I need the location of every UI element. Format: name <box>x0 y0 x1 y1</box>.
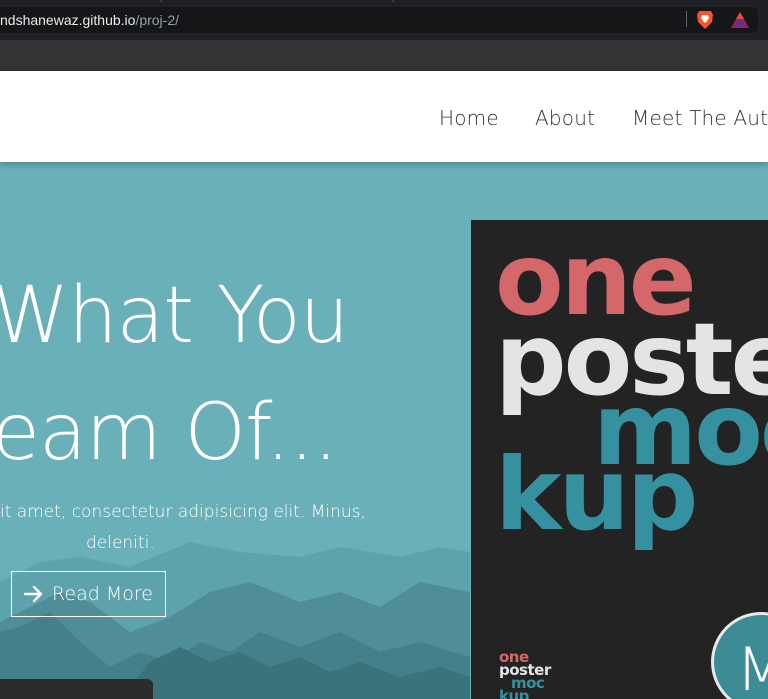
scroll-panel <box>0 679 153 699</box>
url-host: ndshanewaz.github.io <box>0 12 136 28</box>
site-navbar: Home About Meet The Auth <box>0 71 768 162</box>
hero-title-line2: eam Of... <box>0 388 338 478</box>
brave-shield-icon[interactable] <box>696 10 714 30</box>
hero-title-line1: What You <box>0 271 349 361</box>
hero-section: What You eam Of... it amet, consectetur … <box>0 162 768 699</box>
tab-divider <box>160 0 162 2</box>
tab-divider <box>392 0 394 2</box>
poster-small-kup: kup <box>499 687 529 699</box>
hero-text-line2: deleniti. <box>86 533 155 553</box>
nav-link-about[interactable]: About <box>535 106 595 130</box>
poster-badge-letter: M <box>736 635 768 699</box>
address-separator <box>686 11 687 27</box>
poster-mockup: one poste moc kup one poster moc kup M <box>471 220 768 699</box>
arrow-right-icon <box>24 585 43 603</box>
browser-toolbar: ndshanewaz.github.io/proj-2/ <box>0 0 768 40</box>
bookmarks-bar <box>0 40 768 71</box>
url-text[interactable]: ndshanewaz.github.io/proj-2/ <box>0 12 179 28</box>
brave-rewards-icon[interactable] <box>730 11 750 29</box>
nav-link-home[interactable]: Home <box>439 106 499 130</box>
read-more-button[interactable]: Read More <box>11 571 166 617</box>
nav-link-meet-the-author[interactable]: Meet The Auth <box>632 106 768 130</box>
poster-badge: M <box>711 612 768 699</box>
url-path: /proj-2/ <box>135 12 180 28</box>
poster-word-kup: kup <box>495 436 698 553</box>
hero-text-line1: it amet, consectetur adipisicing elit. M… <box>0 502 366 522</box>
read-more-label: Read More <box>52 583 153 605</box>
address-bar[interactable]: ndshanewaz.github.io/proj-2/ <box>0 7 758 33</box>
